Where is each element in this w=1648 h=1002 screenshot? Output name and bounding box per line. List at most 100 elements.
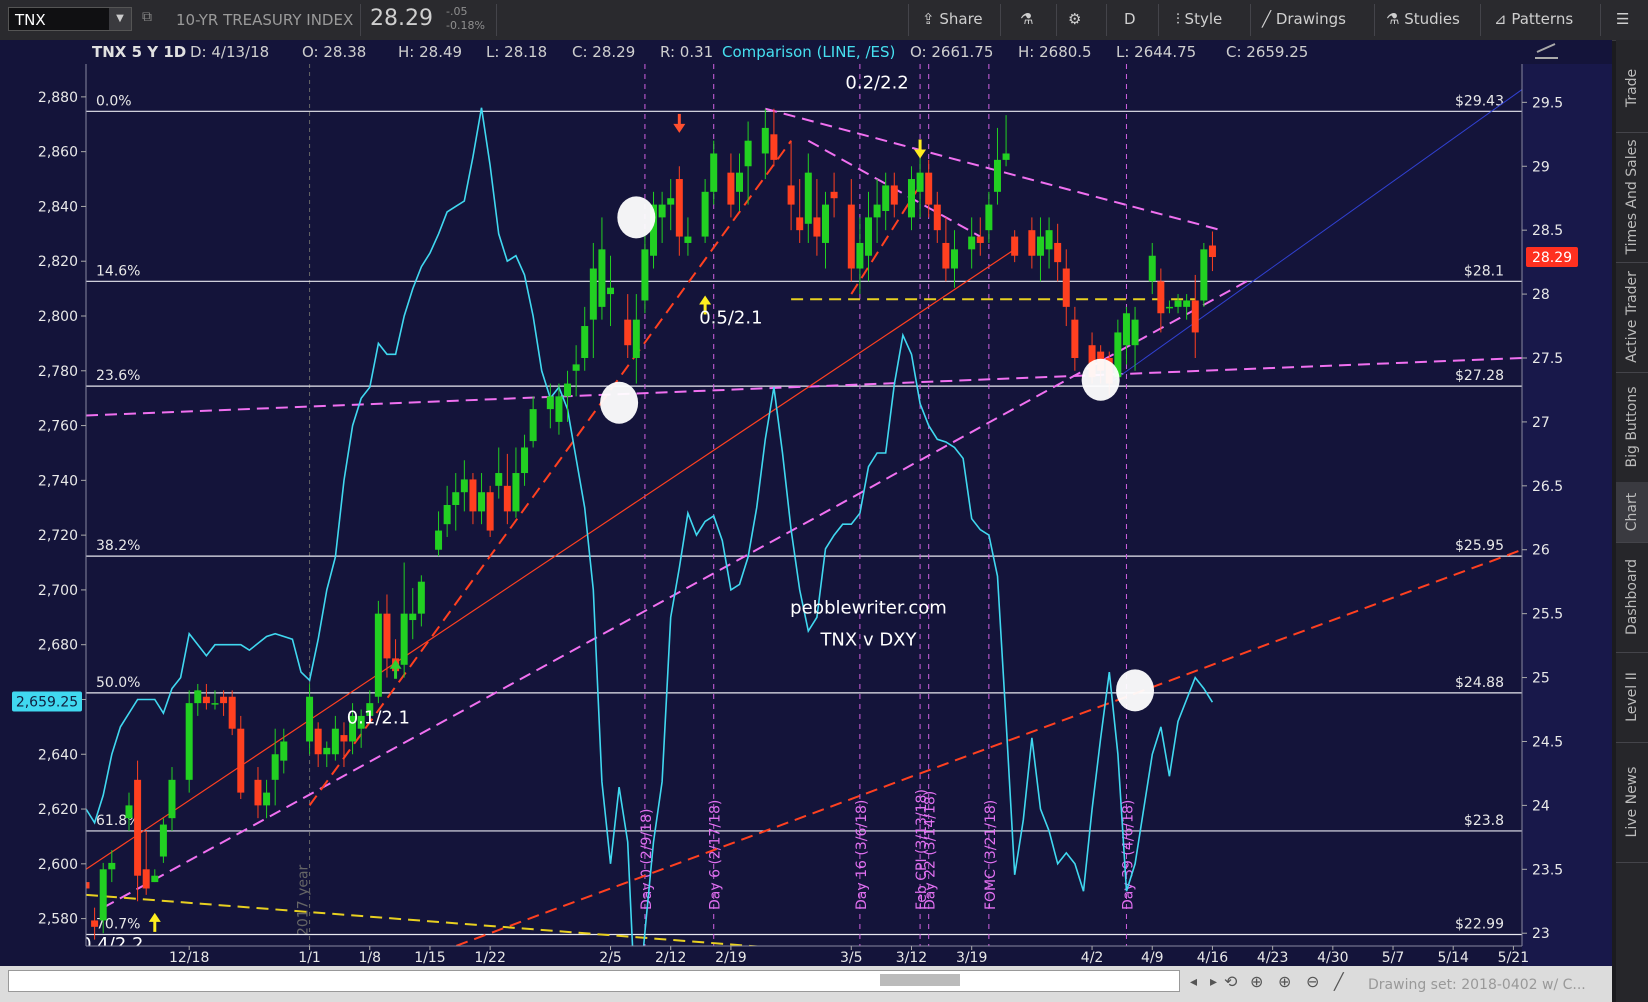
scroll-right-icon[interactable]: ▸ xyxy=(1210,974,1217,990)
candle-body xyxy=(796,217,804,231)
candle-body xyxy=(581,326,589,358)
menu-icon[interactable]: ☰ xyxy=(1616,10,1629,28)
symbol-input[interactable]: TNX ▼ xyxy=(8,7,132,31)
draw-line-icon[interactable]: ╱ xyxy=(1334,972,1344,991)
drawings-button[interactable]: ╱ Drawings xyxy=(1262,10,1346,28)
gear-icon[interactable]: ⚙ xyxy=(1068,10,1081,28)
candle-body xyxy=(400,613,408,665)
candle-body xyxy=(1200,249,1208,301)
candle-body xyxy=(151,875,159,883)
right-tick-label: 26.5 xyxy=(1532,479,1563,495)
chart-svg[interactable]: 2017 year 0.0% $29.43 14.6% $28.1 23.6% $27.2… xyxy=(0,40,1612,966)
right-tick-label: 28.5 xyxy=(1532,223,1563,239)
fib-value: $22.99 xyxy=(1455,916,1504,932)
chevron-down-icon[interactable]: ▼ xyxy=(109,8,131,30)
header-close: C: 28.29 xyxy=(572,43,635,61)
x-tick-label: 12/18 xyxy=(169,950,209,966)
chart-annotation: 0.5/2.1 xyxy=(699,307,762,328)
candle-body xyxy=(1165,306,1173,309)
zoom-in-icon[interactable]: ⊕ xyxy=(1278,972,1291,991)
x-tick-label: 1/8 xyxy=(358,950,381,966)
side-tab-label: Live News xyxy=(1624,766,1640,838)
pen-icon: ╱ xyxy=(1262,10,1272,28)
side-tab-live-news[interactable]: Live News xyxy=(1616,742,1648,863)
right-tick-label: 25 xyxy=(1532,671,1550,687)
side-tab-label: Dashboard xyxy=(1624,559,1640,635)
arrow-head xyxy=(673,123,686,133)
candle-body xyxy=(736,172,744,192)
left-tick-label: 2,840 xyxy=(38,199,78,215)
candle-body xyxy=(495,473,503,486)
side-tab-times-and-sales[interactable]: Times And Sales xyxy=(1616,132,1648,263)
side-tab-dashboard[interactable]: Dashboard xyxy=(1616,542,1648,653)
candle-body xyxy=(925,172,933,205)
style-button[interactable]: ⫶ Style xyxy=(1176,10,1222,28)
candles-icon: ⫶ xyxy=(1176,10,1180,28)
patterns-button[interactable]: ⊿ Patterns xyxy=(1494,10,1573,28)
side-tab-label: Trade xyxy=(1624,68,1640,108)
side-tab-big-buttons[interactable]: Big Buttons xyxy=(1616,372,1648,483)
side-tab-chart[interactable]: Chart xyxy=(1616,482,1648,543)
x-tick-label: 5/7 xyxy=(1382,950,1405,966)
candle-body xyxy=(237,728,245,793)
highlight-circle xyxy=(1081,358,1120,401)
reset-icon[interactable]: ⟲ xyxy=(1224,972,1237,991)
patterns-label: Patterns xyxy=(1511,10,1574,28)
event-marker-label: FOMC (3/21/18) xyxy=(983,800,999,910)
side-tab-trade[interactable]: Trade xyxy=(1616,44,1648,133)
time-scrollbar[interactable] xyxy=(8,970,1180,992)
x-tick-label: 5/14 xyxy=(1437,950,1469,966)
change-percent: -0.18% xyxy=(446,19,485,32)
side-tab-active-trader[interactable]: Active Trader xyxy=(1616,262,1648,373)
left-tick-label: 2,700 xyxy=(38,583,78,599)
candle-body xyxy=(168,779,176,819)
candle-body xyxy=(701,191,709,237)
crosshair-icon[interactable]: ⊕ xyxy=(1250,972,1263,991)
candle-body xyxy=(1071,319,1079,358)
event-marker-label: Day 22 (3/14/18) xyxy=(923,791,939,910)
drawing-set-label[interactable]: Drawing set: 2018-0402 w/ C... xyxy=(1368,977,1586,993)
candle-body xyxy=(220,696,228,704)
candle-body xyxy=(194,690,202,704)
highlight-circle xyxy=(600,381,639,424)
x-tick-label: 4/30 xyxy=(1317,950,1348,966)
zoom-icon[interactable] xyxy=(1535,43,1558,59)
candle-body xyxy=(1157,281,1165,314)
candle-body xyxy=(185,703,193,780)
chart-annotation: 0.1/2.1 xyxy=(347,708,410,729)
left-axis-bg xyxy=(0,40,86,966)
fib-percent: 0.0% xyxy=(96,93,132,109)
scroll-left-icon[interactable]: ◂ xyxy=(1190,974,1197,990)
fib-percent: 61.8% xyxy=(96,813,140,829)
flask-icon[interactable]: ⚗ xyxy=(1020,10,1033,28)
candle-body xyxy=(452,492,460,505)
candle-body xyxy=(314,728,322,755)
style-label: Style xyxy=(1184,10,1223,28)
candle-body xyxy=(813,217,821,237)
trendline xyxy=(308,140,792,806)
side-tab-level-ii[interactable]: Level II xyxy=(1616,652,1648,743)
period-button[interactable]: D xyxy=(1124,10,1136,28)
trendline xyxy=(85,357,1523,417)
x-tick-label: 4/2 xyxy=(1081,950,1104,966)
signal-arrow xyxy=(673,113,686,133)
candle-body xyxy=(1011,236,1019,256)
event-marker-label: Day 16 (3/6/18) xyxy=(854,800,870,910)
header-open: O: 28.38 xyxy=(302,43,366,61)
zoom-out-icon[interactable]: ⊖ xyxy=(1306,972,1319,991)
studies-button[interactable]: ⚗ Studies xyxy=(1386,10,1460,28)
scrollbar-thumb[interactable] xyxy=(880,974,960,986)
fib-percent: 23.6% xyxy=(96,368,140,384)
right-tick-label: 28 xyxy=(1532,287,1550,303)
x-tick-label: 2/19 xyxy=(715,950,746,966)
candle-body xyxy=(624,319,632,346)
candle-body xyxy=(607,287,615,295)
candle-body xyxy=(409,613,417,621)
left-tick-label: 2,720 xyxy=(38,528,78,544)
candle-body xyxy=(856,242,864,269)
candle-body xyxy=(159,824,167,857)
candle-body xyxy=(331,728,339,755)
candle-body xyxy=(890,185,898,205)
link-icon[interactable]: ⧉ xyxy=(142,9,152,25)
share-button[interactable]: ⇪ Share xyxy=(922,10,983,28)
